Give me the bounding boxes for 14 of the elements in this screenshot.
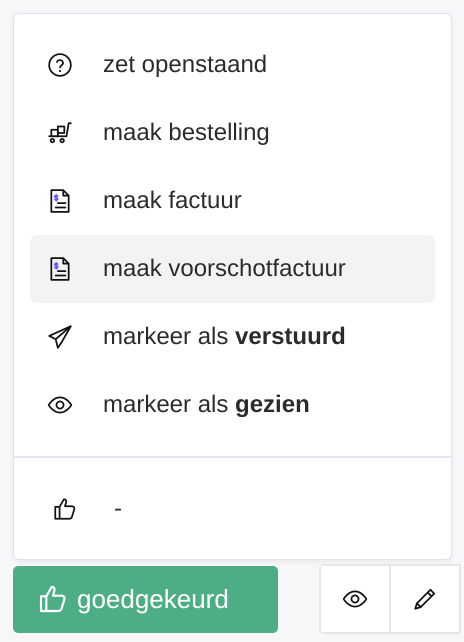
menu-item[interactable]: maak factuur: [30, 167, 435, 235]
menu-item[interactable]: markeer als gezien: [30, 371, 435, 439]
menu-item[interactable]: maak bestelling: [30, 99, 435, 167]
menu-footer-row[interactable]: -: [14, 456, 451, 559]
menu-item[interactable]: markeer als verstuurd: [30, 303, 435, 371]
cart-icon: [47, 120, 73, 146]
thumbs-up-icon: [52, 496, 78, 522]
paper-plane-icon: [47, 324, 73, 350]
pencil-icon: [412, 586, 438, 612]
menu-item[interactable]: maak voorschotfactuur: [30, 235, 435, 303]
menu-item[interactable]: zet openstaand: [30, 31, 435, 99]
view-button[interactable]: [321, 566, 391, 632]
menu-footer-label: -: [114, 494, 122, 524]
help-icon: [47, 52, 73, 78]
